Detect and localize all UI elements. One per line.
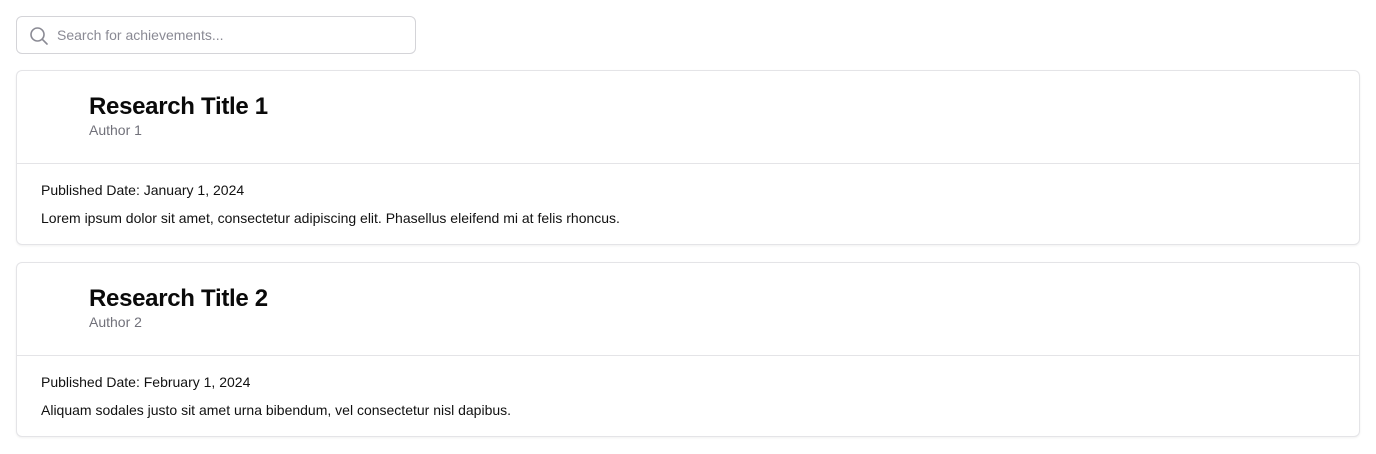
card-title: Research Title 1 [89, 93, 268, 120]
achievement-card: Research Title 1 Author 1 Published Date… [16, 70, 1360, 245]
search-input[interactable] [57, 17, 409, 53]
search-bar[interactable] [16, 16, 416, 54]
card-author: Author 1 [89, 122, 142, 138]
published-date: Published Date: February 1, 2024 [41, 374, 251, 390]
card-title: Research Title 2 [89, 285, 268, 312]
card-description: Aliquam sodales justo sit amet urna bibe… [41, 402, 512, 418]
achievement-card: Research Title 2 Author 2 Published Date… [16, 262, 1360, 437]
card-description: Lorem ipsum dolor sit amet, consectetur … [41, 210, 620, 226]
achievements-page: Research Title 1 Author 1 Published Date… [0, 0, 1376, 454]
card-header: Research Title 1 Author 1 [17, 71, 1359, 164]
card-author: Author 2 [89, 314, 142, 330]
published-date: Published Date: January 1, 2024 [41, 182, 245, 198]
search-icon [29, 26, 49, 46]
card-header: Research Title 2 Author 2 [17, 263, 1359, 356]
